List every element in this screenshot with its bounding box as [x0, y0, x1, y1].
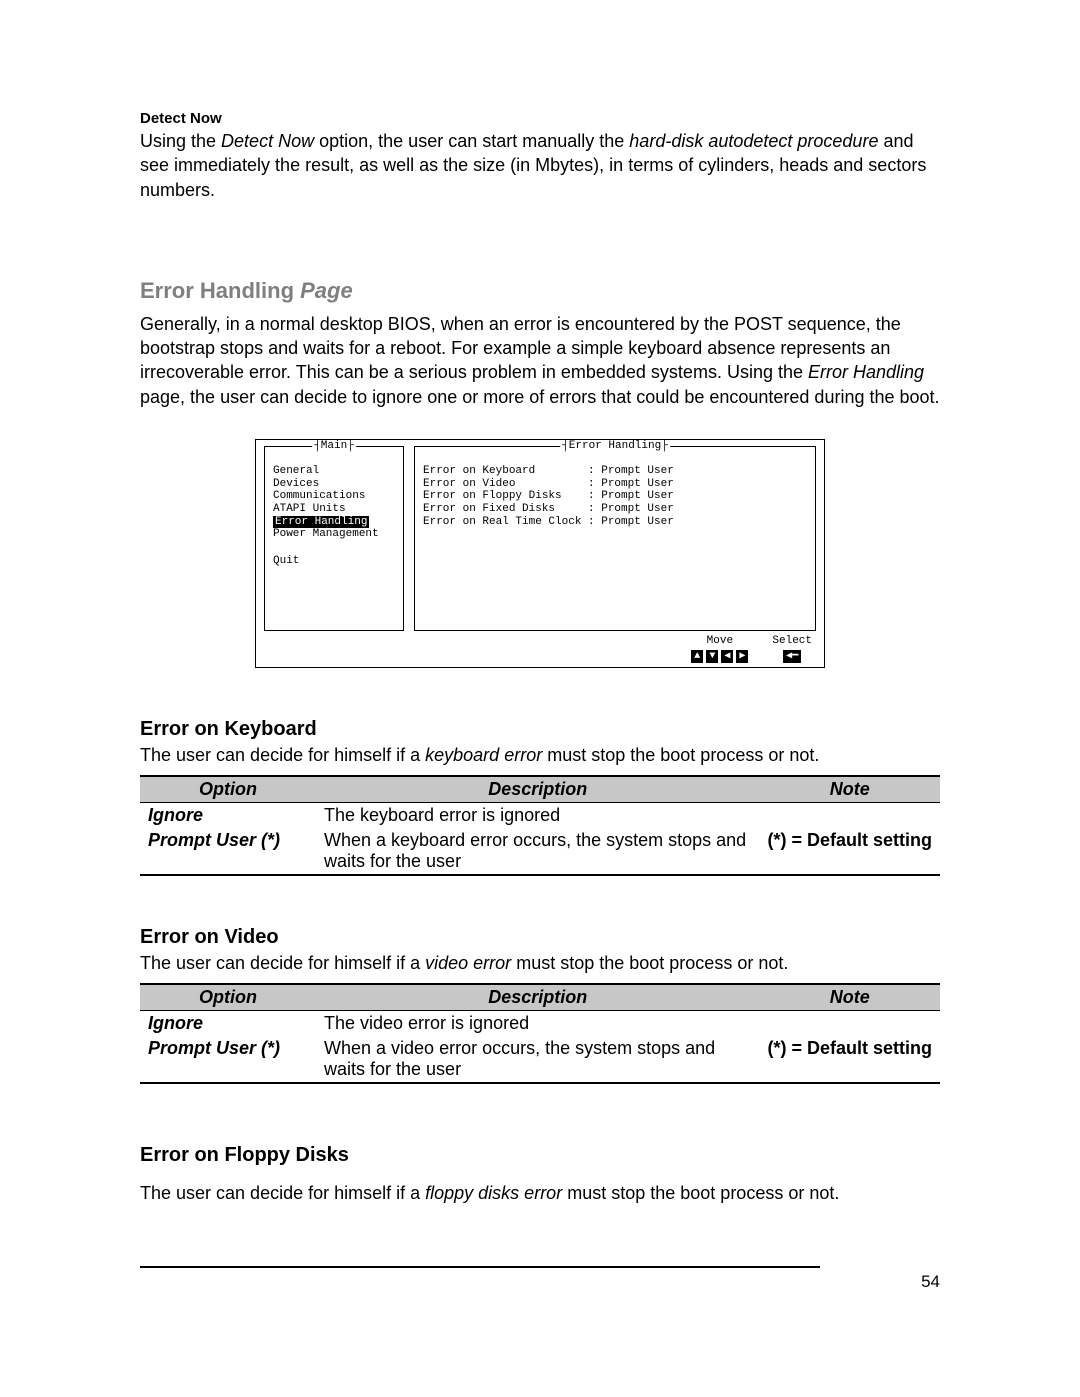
cell-option: Ignore — [140, 1011, 316, 1037]
bios-menu-item: Communications — [273, 490, 395, 503]
text-emphasis: hard-disk autodetect procedure — [629, 131, 878, 151]
text: The user can decide for himself if a — [140, 953, 425, 973]
bios-error-panel: Error Handling Error on Keyboard : Promp… — [414, 446, 816, 631]
table-header-row: Option Description Note — [140, 984, 940, 1011]
bios-footer: Move ▲ ▼ ◀ ▶ Select ◀━ — [264, 635, 816, 663]
col-option: Option — [140, 984, 316, 1011]
cell-note: (*) = Default setting — [759, 1036, 940, 1083]
bios-footer-move-keys: ▲ ▼ ◀ ▶ — [691, 650, 748, 663]
bios-error-line: Error on Keyboard : Prompt User — [423, 465, 807, 478]
cell-option: Ignore — [140, 803, 316, 829]
table-row: Prompt User (*) When a video error occur… — [140, 1036, 940, 1083]
table-header-row: Option Description Note — [140, 776, 940, 803]
cell-option: Prompt User (*) — [140, 1036, 316, 1083]
text: Using the — [140, 131, 221, 151]
arrow-down-icon: ▼ — [706, 650, 718, 663]
bios-screenshot: Main General Devices Communications ATAP… — [255, 439, 825, 668]
col-option: Option — [140, 776, 316, 803]
bios-menu-item: Devices — [273, 478, 395, 491]
text: option, the user can start manually the — [319, 131, 629, 151]
bios-error-line: Error on Video : Prompt User — [423, 478, 807, 491]
text: page, the user can decide to ignore one … — [140, 387, 940, 407]
error-video-table: Option Description Note Ignore The video… — [140, 983, 940, 1084]
bios-menu-item: Power Management — [273, 528, 395, 541]
bios-error-line: Error on Fixed Disks : Prompt User — [423, 503, 807, 516]
text-emphasis: Error Handling — [808, 362, 924, 382]
section-paragraph: Generally, in a normal desktop BIOS, whe… — [140, 312, 940, 409]
document-page: Detect Now Using the Detect Now option, … — [0, 0, 1080, 1352]
bios-footer-select-label: Select — [772, 635, 812, 648]
cell-description: The video error is ignored — [316, 1011, 759, 1037]
table-row: Ignore The keyboard error is ignored — [140, 803, 940, 829]
col-note: Note — [759, 776, 940, 803]
bios-error-line: Error on Real Time Clock : Prompt User — [423, 516, 807, 529]
error-floppy-heading: Error on Floppy Disks — [140, 1144, 940, 1167]
table-row: Ignore The video error is ignored — [140, 1011, 940, 1037]
col-description: Description — [316, 984, 759, 1011]
cell-note — [759, 803, 940, 829]
cell-description: When a video error occurs, the system st… — [316, 1036, 759, 1083]
text: The user can decide for himself if a — [140, 745, 425, 765]
arrow-left-icon: ◀ — [721, 650, 733, 663]
error-keyboard-heading: Error on Keyboard — [140, 718, 940, 741]
spacer — [273, 541, 395, 555]
cell-description: The keyboard error is ignored — [316, 803, 759, 829]
bios-menu-item: ATAPI Units — [273, 503, 395, 516]
bios-footer-move-label: Move — [707, 635, 733, 648]
page-number: 54 — [140, 1272, 940, 1292]
text: must stop the boot process or not. — [547, 745, 819, 765]
bios-main-title: Main — [312, 440, 356, 453]
error-video-heading: Error on Video — [140, 926, 940, 949]
section-heading-main: Error Handling — [140, 278, 300, 303]
detect-now-paragraph: Using the Detect Now option, the user ca… — [140, 129, 940, 202]
bios-error-title: Error Handling — [560, 440, 670, 453]
bios-menu-item: General — [273, 465, 395, 478]
bios-error-line: Error on Floppy Disks : Prompt User — [423, 490, 807, 503]
error-video-intro: The user can decide for himself if a vid… — [140, 951, 940, 975]
footer-rule — [140, 1266, 820, 1268]
col-note: Note — [759, 984, 940, 1011]
text-emphasis: Detect Now — [221, 131, 314, 151]
section-heading-em: Page — [300, 278, 353, 303]
text: must stop the boot process or not. — [516, 953, 788, 973]
text: Generally, in a normal desktop BIOS, whe… — [140, 314, 901, 383]
text-emphasis: video error — [425, 953, 511, 973]
arrow-right-icon: ▶ — [736, 650, 748, 663]
cell-description: When a keyboard error occurs, the system… — [316, 828, 759, 875]
table-row: Prompt User (*) When a keyboard error oc… — [140, 828, 940, 875]
bios-main-panel: Main General Devices Communications ATAP… — [264, 446, 404, 631]
bios-menu-quit: Quit — [273, 555, 395, 568]
arrow-up-icon: ▲ — [691, 650, 703, 663]
detect-now-heading: Detect Now — [140, 110, 940, 127]
text: must stop the boot process or not. — [567, 1183, 839, 1203]
error-keyboard-table: Option Description Note Ignore The keybo… — [140, 775, 940, 876]
bios-footer-select: Select ◀━ — [772, 635, 812, 663]
error-keyboard-intro: The user can decide for himself if a key… — [140, 743, 940, 767]
text-emphasis: keyboard error — [425, 745, 542, 765]
bios-footer-select-keys: ◀━ — [783, 650, 801, 663]
cell-option: Prompt User (*) — [140, 828, 316, 875]
error-floppy-intro: The user can decide for himself if a flo… — [140, 1181, 940, 1205]
col-description: Description — [316, 776, 759, 803]
cell-note — [759, 1011, 940, 1037]
enter-key-icon: ◀━ — [783, 650, 801, 663]
text: The user can decide for himself if a — [140, 1183, 425, 1203]
bios-menu-item-selected: Error Handling — [273, 516, 369, 529]
bios-footer-move: Move ▲ ▼ ◀ ▶ — [691, 635, 748, 663]
bios-panels: Main General Devices Communications ATAP… — [264, 446, 816, 631]
text-emphasis: floppy disks error — [425, 1183, 562, 1203]
section-heading: Error Handling Page — [140, 278, 940, 304]
cell-note: (*) = Default setting — [759, 828, 940, 875]
